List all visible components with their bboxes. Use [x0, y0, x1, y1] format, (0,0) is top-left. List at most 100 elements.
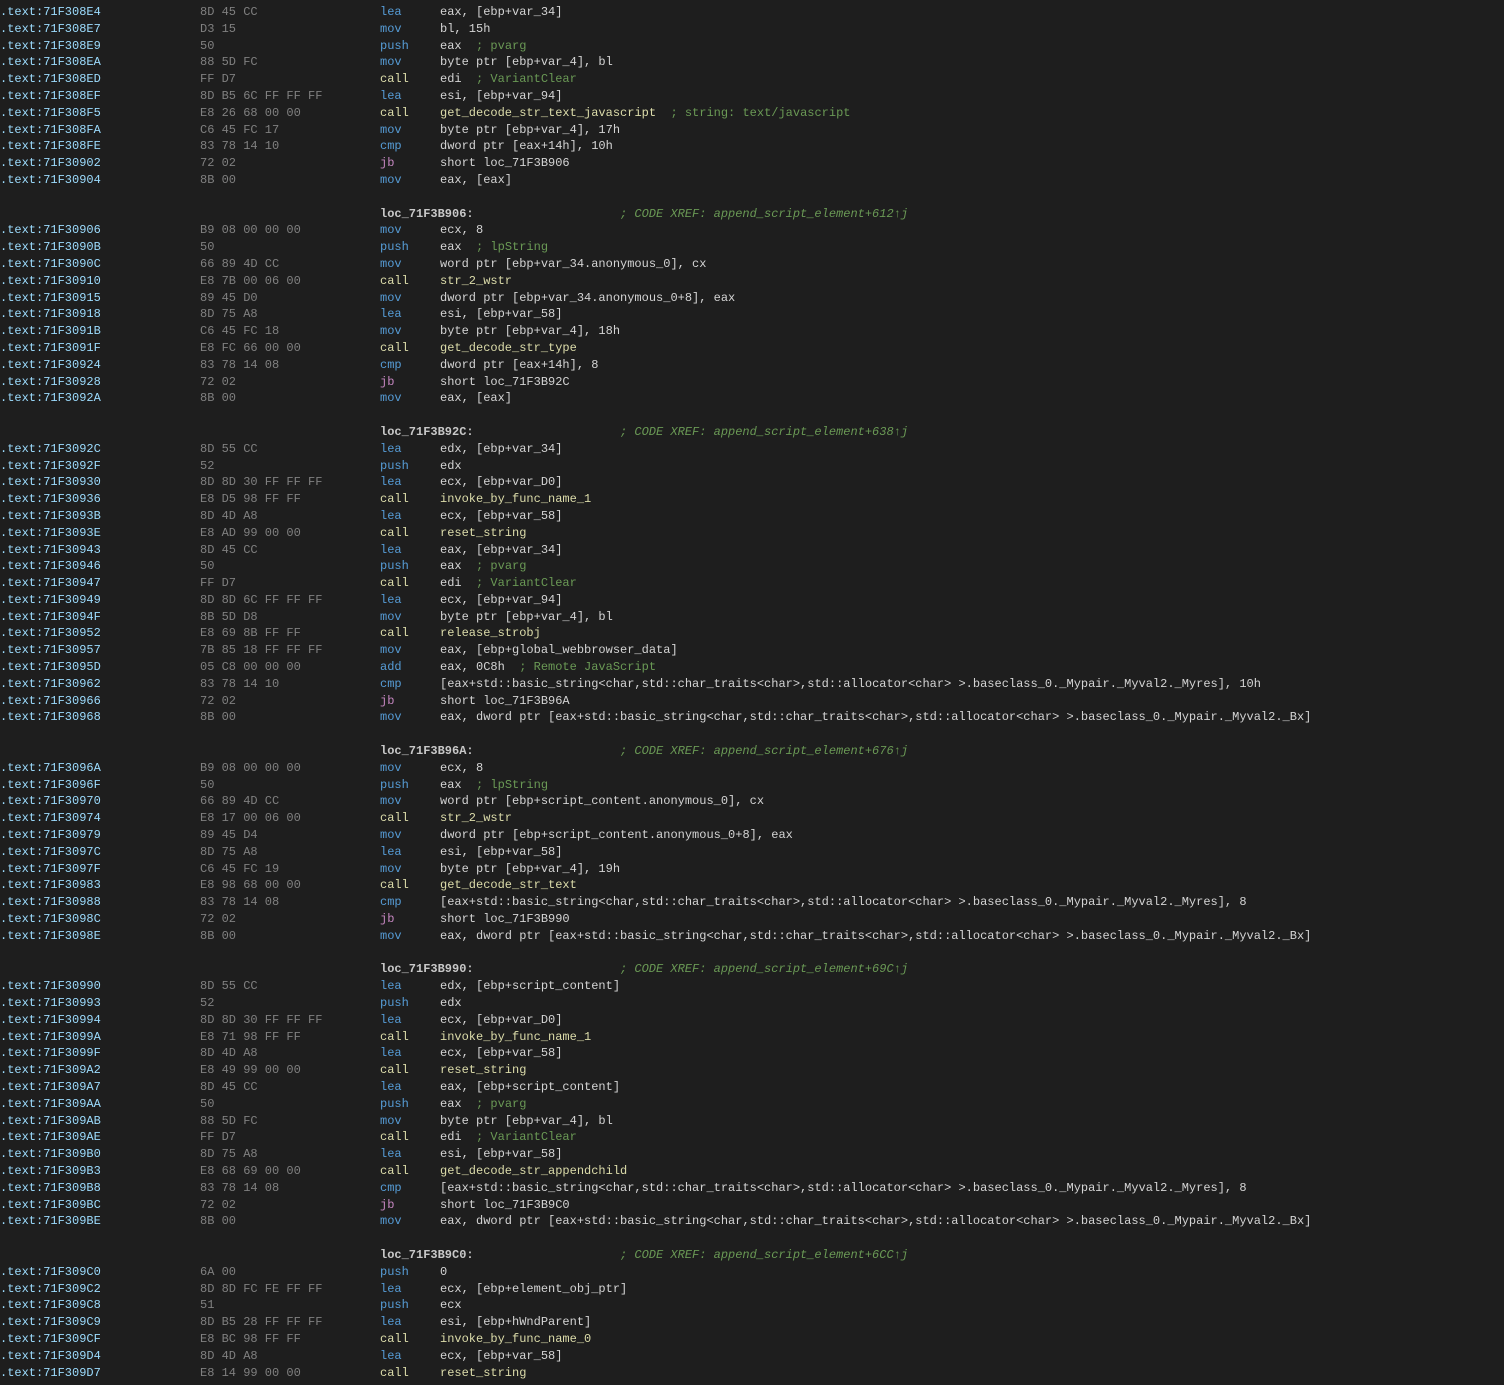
table-row[interactable]: .text:71F3096A B9 08 00 00 00 mov ecx, 8: [0, 760, 1504, 777]
table-row[interactable]: .text:71F30957 7B 85 18 FF FF FF mov eax…: [0, 642, 1504, 659]
address: .text:71F30974: [0, 810, 200, 827]
table-row[interactable]: .text:71F3099F 8D 4D A8 lea ecx, [ebp+va…: [0, 1045, 1504, 1062]
table-row[interactable]: .text:71F308FE 83 78 14 10 cmp dword ptr…: [0, 138, 1504, 155]
table-row[interactable]: .text:71F3091F E8 FC 66 00 00 call get_d…: [0, 340, 1504, 357]
table-row[interactable]: .text:71F30988 83 78 14 08 cmp [eax+std:…: [0, 894, 1504, 911]
table-row[interactable]: .text:71F30928 72 02 jb short loc_71F3B9…: [0, 374, 1504, 391]
table-row[interactable]: .text:71F309BC 72 02 jb short loc_71F3B9…: [0, 1197, 1504, 1214]
table-row[interactable]: .text:71F30979 89 45 D4 mov dword ptr [e…: [0, 827, 1504, 844]
table-row[interactable]: .text:71F309C0 6A 00 push 0: [0, 1264, 1504, 1281]
table-row[interactable]: .text:71F308E4 8D 45 CC lea eax, [ebp+va…: [0, 4, 1504, 21]
bytes: C6 45 FC 17: [200, 122, 380, 139]
operands: [eax+std::basic_string<char,std::char_tr…: [440, 1180, 1504, 1197]
mnemonic: lea: [380, 508, 440, 525]
table-row[interactable]: .text:71F309C9 8D B5 28 FF FF FF lea esi…: [0, 1314, 1504, 1331]
table-row[interactable]: .text:71F308F5 E8 26 68 00 00 call get_d…: [0, 105, 1504, 122]
table-row[interactable]: .text:71F30968 8B 00 mov eax, dword ptr …: [0, 709, 1504, 726]
table-row[interactable]: loc_71F3B906: ; CODE XREF: append_script…: [0, 206, 1504, 223]
table-row[interactable]: loc_71F3B92C: ; CODE XREF: append_script…: [0, 424, 1504, 441]
table-row[interactable]: .text:71F30952 E8 69 8B FF FF call relea…: [0, 625, 1504, 642]
table-row[interactable]: .text:71F30936 E8 D5 98 FF FF call invok…: [0, 491, 1504, 508]
table-row[interactable]: .text:71F30994 8D 8D 30 FF FF FF lea ecx…: [0, 1012, 1504, 1029]
table-row[interactable]: .text:71F309A2 E8 49 99 00 00 call reset…: [0, 1062, 1504, 1079]
table-row[interactable]: [0, 1230, 1504, 1247]
table-row[interactable]: .text:71F30993 52 push edx: [0, 995, 1504, 1012]
table-row[interactable]: .text:71F30910 E8 7B 00 06 00 call str_2…: [0, 273, 1504, 290]
table-row[interactable]: .text:71F309C2 8D 8D FC FE FF FF lea ecx…: [0, 1281, 1504, 1298]
table-row[interactable]: .text:71F309AA 50 push eax ; pvarg: [0, 1096, 1504, 1113]
table-row[interactable]: .text:71F3097F C6 45 FC 19 mov byte ptr …: [0, 861, 1504, 878]
table-row[interactable]: .text:71F3092A 8B 00 mov eax, [eax]: [0, 390, 1504, 407]
table-row[interactable]: .text:71F3090C 66 89 4D CC mov word ptr …: [0, 256, 1504, 273]
table-row[interactable]: .text:71F3092F 52 push edx: [0, 458, 1504, 475]
table-row[interactable]: [0, 189, 1504, 206]
table-row[interactable]: .text:71F3091B C6 45 FC 18 mov byte ptr …: [0, 323, 1504, 340]
table-row[interactable]: .text:71F308ED FF D7 call edi ; VariantC…: [0, 71, 1504, 88]
bytes: 8B 00: [200, 390, 380, 407]
table-row[interactable]: .text:71F309D7 E8 14 99 00 00 call reset…: [0, 1365, 1504, 1382]
mnemonic: call: [380, 105, 440, 122]
mnemonic: call: [380, 71, 440, 88]
table-row[interactable]: .text:71F309B8 83 78 14 08 cmp [eax+std:…: [0, 1180, 1504, 1197]
table-row[interactable]: .text:71F3094F 8B 5D D8 mov byte ptr [eb…: [0, 609, 1504, 626]
table-row[interactable]: .text:71F3095D 05 C8 00 00 00 add eax, 0…: [0, 659, 1504, 676]
table-row[interactable]: .text:71F308E7 D3 15 mov bl, 15h: [0, 21, 1504, 38]
bytes: 8D 8D 30 FF FF FF: [200, 474, 380, 491]
mnemonic: lea: [380, 1348, 440, 1365]
operands: reset_string: [440, 1062, 1504, 1079]
table-row[interactable]: .text:71F30902 72 02 jb short loc_71F3B9…: [0, 155, 1504, 172]
table-row[interactable]: .text:71F308E9 50 push eax ; pvarg: [0, 38, 1504, 55]
table-row[interactable]: .text:71F30962 83 78 14 10 cmp [eax+std:…: [0, 676, 1504, 693]
table-row[interactable]: .text:71F30904 8B 00 mov eax, [eax]: [0, 172, 1504, 189]
table-row[interactable]: .text:71F30947 FF D7 call edi ; VariantC…: [0, 575, 1504, 592]
operands: short loc_71F3B96A: [440, 693, 1504, 710]
table-row[interactable]: .text:71F30983 E8 98 68 00 00 call get_d…: [0, 877, 1504, 894]
table-row[interactable]: .text:71F309B3 E8 68 69 00 00 call get_d…: [0, 1163, 1504, 1180]
table-row[interactable]: .text:71F3097C 8D 75 A8 lea esi, [ebp+va…: [0, 844, 1504, 861]
table-row[interactable]: .text:71F308EF 8D B5 6C FF FF FF lea esi…: [0, 88, 1504, 105]
table-row[interactable]: .text:71F308FA C6 45 FC 17 mov byte ptr …: [0, 122, 1504, 139]
table-row[interactable]: .text:71F3099A E8 71 98 FF FF call invok…: [0, 1029, 1504, 1046]
table-row[interactable]: .text:71F3096F 50 push eax ; lpString: [0, 777, 1504, 794]
operands: eax, dword ptr [eax+std::basic_string<ch…: [440, 709, 1504, 726]
table-row[interactable]: .text:71F309D4 8D 4D A8 lea ecx, [ebp+va…: [0, 1348, 1504, 1365]
operands: short loc_71F3B92C: [440, 374, 1504, 391]
table-row[interactable]: loc_71F3B9C0: ; CODE XREF: append_script…: [0, 1247, 1504, 1264]
table-row[interactable]: [0, 407, 1504, 424]
table-row[interactable]: .text:71F3090B 50 push eax ; lpString: [0, 239, 1504, 256]
table-row[interactable]: [0, 726, 1504, 743]
table-row[interactable]: .text:71F3092C 8D 55 CC lea edx, [ebp+va…: [0, 441, 1504, 458]
table-row[interactable]: .text:71F30966 72 02 jb short loc_71F3B9…: [0, 693, 1504, 710]
table-row[interactable]: .text:71F30946 50 push eax ; pvarg: [0, 558, 1504, 575]
table-row[interactable]: .text:71F309A7 8D 45 CC lea eax, [ebp+sc…: [0, 1079, 1504, 1096]
table-row[interactable]: .text:71F3093B 8D 4D A8 lea ecx, [ebp+va…: [0, 508, 1504, 525]
table-row[interactable]: .text:71F309C8 51 push ecx: [0, 1297, 1504, 1314]
table-row[interactable]: [0, 945, 1504, 962]
table-row[interactable]: .text:71F30949 8D 8D 6C FF FF FF lea ecx…: [0, 592, 1504, 609]
mnemonic: mov: [380, 861, 440, 878]
operands: short loc_71F3B906: [440, 155, 1504, 172]
table-row[interactable]: .text:71F30943 8D 45 CC lea eax, [ebp+va…: [0, 542, 1504, 559]
table-row[interactable]: .text:71F3098C 72 02 jb short loc_71F3B9…: [0, 911, 1504, 928]
table-row[interactable]: .text:71F30990 8D 55 CC lea edx, [ebp+sc…: [0, 978, 1504, 995]
table-row[interactable]: .text:71F30930 8D 8D 30 FF FF FF lea ecx…: [0, 474, 1504, 491]
table-row[interactable]: .text:71F30970 66 89 4D CC mov word ptr …: [0, 793, 1504, 810]
table-row[interactable]: .text:71F309CF E8 BC 98 FF FF call invok…: [0, 1331, 1504, 1348]
table-row[interactable]: .text:71F309AE FF D7 call edi ; VariantC…: [0, 1129, 1504, 1146]
table-row[interactable]: .text:71F30918 8D 75 A8 lea esi, [ebp+va…: [0, 306, 1504, 323]
address: .text:71F3091B: [0, 323, 200, 340]
table-row[interactable]: .text:71F30924 83 78 14 08 cmp dword ptr…: [0, 357, 1504, 374]
table-row[interactable]: .text:71F309BE 8B 00 mov eax, dword ptr …: [0, 1213, 1504, 1230]
table-row[interactable]: .text:71F30906 B9 08 00 00 00 mov ecx, 8: [0, 222, 1504, 239]
table-row[interactable]: .text:71F30915 89 45 D0 mov dword ptr [e…: [0, 290, 1504, 307]
bytes: 8D B5 6C FF FF FF: [200, 88, 380, 105]
table-row[interactable]: loc_71F3B96A: ; CODE XREF: append_script…: [0, 743, 1504, 760]
table-row[interactable]: .text:71F309B0 8D 75 A8 lea esi, [ebp+va…: [0, 1146, 1504, 1163]
table-row[interactable]: .text:71F3093E E8 AD 99 00 00 call reset…: [0, 525, 1504, 542]
table-row[interactable]: loc_71F3B990: ; CODE XREF: append_script…: [0, 961, 1504, 978]
table-row[interactable]: .text:71F308EA 88 5D FC mov byte ptr [eb…: [0, 54, 1504, 71]
table-row[interactable]: .text:71F30974 E8 17 00 06 00 call str_2…: [0, 810, 1504, 827]
table-row[interactable]: .text:71F3098E 8B 00 mov eax, dword ptr …: [0, 928, 1504, 945]
mnemonic: call: [380, 877, 440, 894]
table-row[interactable]: .text:71F309AB 88 5D FC mov byte ptr [eb…: [0, 1113, 1504, 1130]
